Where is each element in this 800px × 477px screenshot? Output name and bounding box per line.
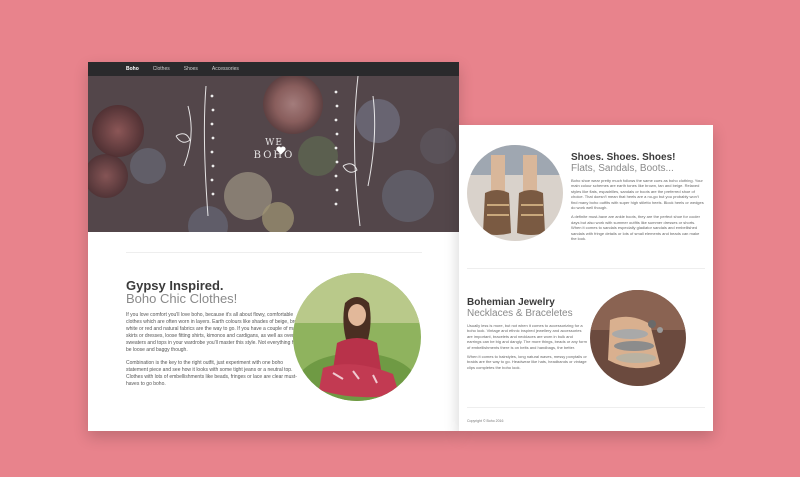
hero-logo: WE BOHO xyxy=(252,138,296,161)
shoes-body: Boho shoe wear pretty much follows the s… xyxy=(571,178,705,241)
hero-logo-line1: WE xyxy=(265,138,283,148)
clothes-paragraph-1: If you love comfort you'll love boho, be… xyxy=(126,312,306,353)
nav-brand[interactable]: Boho xyxy=(126,66,139,72)
jewelry-title: Bohemian Jewelry xyxy=(467,297,555,308)
nav-item-accessories[interactable]: Accessories xyxy=(212,66,239,72)
jewelry-section: Bohemian Jewelry Necklaces & Braceletes … xyxy=(467,297,587,374)
hero-banner: WE BOHO xyxy=(88,76,459,232)
clothes-body: If you love comfort you'll love boho, be… xyxy=(126,312,306,388)
clothes-subtitle: Boho Chic Clothes! xyxy=(126,291,238,306)
section-divider xyxy=(126,252,422,253)
nav-item-shoes[interactable]: Shoes xyxy=(184,66,198,72)
heart-icon xyxy=(276,146,286,155)
shoes-paragraph-1: Boho shoe wear pretty much follows the s… xyxy=(571,178,704,211)
footer-divider xyxy=(467,407,705,408)
jewelry-body: Usually less is more, but not when it co… xyxy=(467,323,587,370)
homepage-mockup: Boho Clothes Shoes Accessories WE BOHO G… xyxy=(88,62,459,431)
sandals-photo xyxy=(467,145,563,241)
top-navbar: Boho Clothes Shoes Accessories xyxy=(88,62,459,76)
clothes-paragraph-2: Combination is the key to the right outf… xyxy=(126,360,297,387)
copyright-text: Copyright © Boho 2016 xyxy=(467,419,504,423)
nav-item-clothes[interactable]: Clothes xyxy=(153,66,170,72)
shoes-section: Shoes. Shoes. Shoes! Flats, Sandals, Boo… xyxy=(571,152,705,245)
jewelry-photo xyxy=(590,290,686,386)
shoes-title: Shoes. Shoes. Shoes! xyxy=(571,152,676,163)
shoes-subtitle: Flats, Sandals, Boots... xyxy=(571,163,674,174)
jewelry-subtitle: Necklaces & Braceletes xyxy=(467,308,573,319)
clothes-section: Gypsy Inspired. Boho Chic Clothes! If yo… xyxy=(126,279,306,394)
shop-page-mockup: Shoes. Shoes. Shoes! Flats, Sandals, Boo… xyxy=(459,125,713,431)
shoes-paragraph-2: A definite must-have are ankle boots, th… xyxy=(571,214,700,242)
jewelry-paragraph-1: Usually less is more, but not when it co… xyxy=(467,323,587,350)
boho-girl-photo xyxy=(293,273,421,401)
section-divider xyxy=(467,268,705,269)
hero-logo-line2: BOHO xyxy=(253,150,295,161)
jewelry-paragraph-2: When it comes to hairstyles, long natura… xyxy=(467,354,587,370)
